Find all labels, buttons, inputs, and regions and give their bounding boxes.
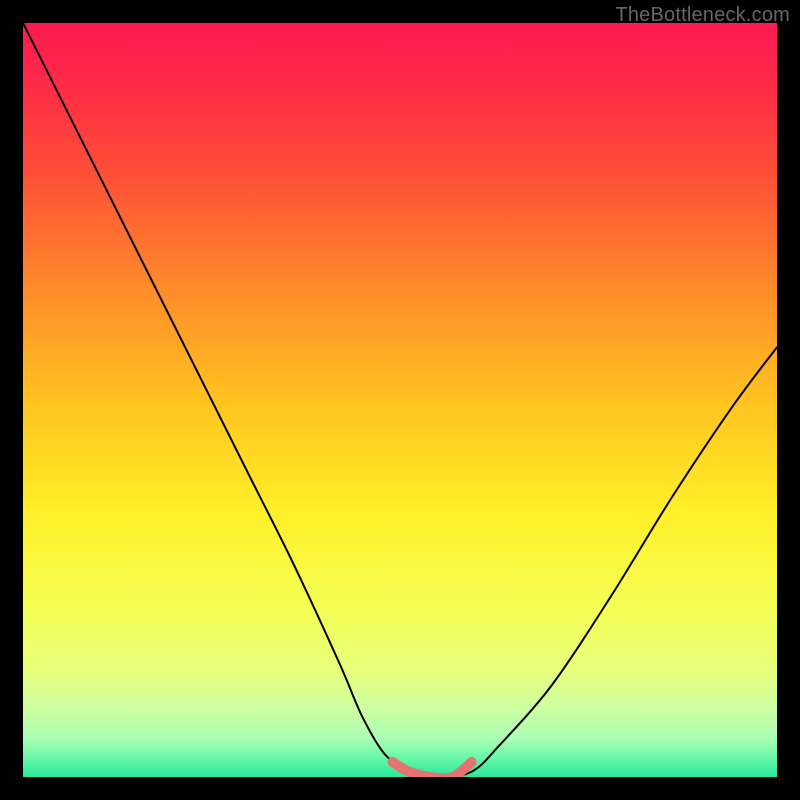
bottleneck-chart — [23, 23, 777, 777]
chart-frame: TheBottleneck.com — [0, 0, 800, 800]
plot-area — [23, 23, 777, 777]
watermark-text: TheBottleneck.com — [615, 4, 790, 27]
gradient-background — [23, 23, 777, 777]
